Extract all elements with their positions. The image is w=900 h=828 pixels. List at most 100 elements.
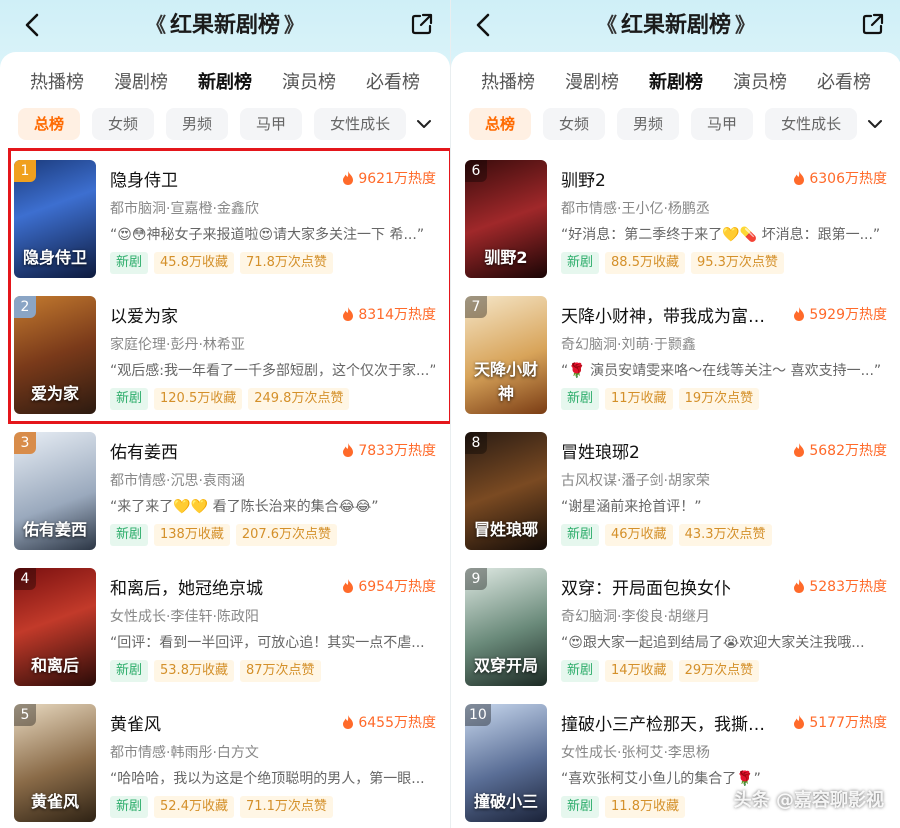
new-badge: 新剧 [561,252,600,274]
new-badge: 新剧 [110,660,149,682]
drama-meta: 奇幻脑洞·李俊良·胡继月 [561,609,710,625]
poster-image[interactable]: 7 天降小财神 [465,296,547,414]
tab-new[interactable]: 新剧榜 [619,66,703,100]
poster-title: 爱为家 [30,384,79,403]
chip-growth[interactable]: 女性成长 [765,108,858,140]
chip-vest[interactable]: 马甲 [691,108,754,140]
drama-title[interactable]: 以爱为家 [110,302,320,327]
list-item[interactable]: 6 驯野2 驯野2 6306万热度 都市情感·王小亿·杨鹏丞 “好消息：第二季终… [451,160,900,296]
tag-row: 新剧 45.8万收藏 71.8万次点赞 [110,252,333,274]
tab-hot[interactable]: 热播榜 [0,66,84,100]
poster-image[interactable]: 6 驯野2 [465,160,547,278]
rank-badge: 5 [14,704,36,726]
likes-count: 29万次点赞 [678,660,760,682]
poster-image[interactable]: 9 双穿开局 [465,568,547,686]
list-item[interactable]: 8 冒姓琅琊 冒姓琅琊2 5682万热度 古风权谋·潘子剑·胡家荣 “谢星涵前来… [451,432,900,568]
rank-badge: 1 [14,160,36,182]
top-bar: 《红果新剧榜》 [0,0,450,52]
page-title: 《红果新剧榜》 [0,8,450,43]
heat-text: 6954万热度 [358,579,436,595]
filter-chips: 总榜 女频 男频 马甲 女性成长 [18,108,407,140]
new-badge: 新剧 [110,252,149,274]
tag-row: 新剧 53.8万收藏 87万次点赞 [110,660,321,682]
new-badge: 新剧 [561,388,600,410]
poster-image[interactable]: 1 隐身侍卫 [14,160,96,278]
rank-badge: 4 [14,568,36,590]
page-title: 《红果新剧榜》 [451,8,900,43]
new-badge: 新剧 [561,524,600,546]
drama-title[interactable]: 冒姓琅琊2 [561,438,771,463]
share-icon[interactable] [859,10,887,38]
favorites-count: 11万收藏 [605,388,673,410]
category-tabs: 热播榜 漫剧榜 新剧榜 演员榜 必看榜 收 [0,66,450,100]
dual-screenshot: 《红果新剧榜》 热播榜 漫剧榜 新剧榜 演员榜 必看榜 收 总榜 女频 男频 马… [0,0,900,828]
drama-title[interactable]: 隐身侍卫 [110,166,320,191]
likes-count: 71.8万次点赞 [239,252,333,274]
drama-title[interactable]: 黄雀风 [110,710,320,735]
poster-title: 驯野2 [484,248,528,267]
heat-text: 5682万热度 [809,443,887,459]
poster-image[interactable]: 10 撞破小三 [465,704,547,822]
drama-quote: “😍跟大家一起追到结局了😭欢迎大家关注我哦... [561,635,865,651]
chip-all[interactable]: 总榜 [469,108,532,140]
heat-value: 5283万热度 [793,576,887,596]
drama-title[interactable]: 双穿：开局面包换女仆 [561,574,771,599]
flame-icon [794,443,805,457]
rank-badge: 9 [465,568,487,590]
poster-image[interactable]: 4 和离后 [14,568,96,686]
chip-female[interactable]: 女频 [543,108,606,140]
drama-quote: “好消息：第二季终于来了💛💊 坏消息：跟第一...” [561,227,881,243]
list-item[interactable]: 1 隐身侍卫 隐身侍卫 9621万热度 都市脑洞·宣嘉橙·金鑫欣 “😍😳神秘女子… [0,160,450,296]
poster-image[interactable]: 5 黄雀风 [14,704,96,822]
heat-value: 5682万热度 [793,440,887,460]
tab-actors[interactable]: 演员榜 [703,66,787,100]
chevron-down-icon[interactable] [865,114,885,134]
tab-new[interactable]: 新剧榜 [168,66,252,100]
share-icon[interactable] [408,10,436,38]
list-item[interactable]: 7 天降小财神 天降小财神，带我成为富贵花 5929万热度 奇幻脑洞·刘萌·于颢… [451,296,900,432]
chip-all[interactable]: 总榜 [18,108,81,140]
chip-male[interactable]: 男频 [166,108,229,140]
poster-image[interactable]: 3 佑有姜西 [14,432,96,550]
tab-comic[interactable]: 漫剧榜 [535,66,619,100]
drama-title[interactable]: 和离后，她冠绝京城 [110,574,320,599]
poster-image[interactable]: 2 爱为家 [14,296,96,414]
drama-quote: “来了来了💛💛 看了陈长治来的集合😂😂” [110,499,379,515]
drama-meta: 奇幻脑洞·刘萌·于颢鑫 [561,337,696,353]
tab-hot[interactable]: 热播榜 [451,66,535,100]
drama-title[interactable]: 驯野2 [561,166,771,191]
new-badge: 新剧 [561,660,600,682]
list-item[interactable]: 5 黄雀风 黄雀风 6455万热度 都市情感·韩雨彤·白方文 “哈哈哈，我以为这… [0,704,450,828]
title-ornament-left: 《 [596,13,617,37]
chip-growth[interactable]: 女性成长 [314,108,407,140]
poster-image[interactable]: 8 冒姓琅琊 [465,432,547,550]
tab-favorites[interactable]: 收 [871,66,900,100]
chip-vest[interactable]: 马甲 [240,108,303,140]
likes-count: 19万次点赞 [678,388,760,410]
tab-favorites[interactable]: 收 [420,66,450,100]
tab-must-watch[interactable]: 必看榜 [787,66,871,100]
rank-badge: 8 [465,432,487,454]
likes-count: 87万次点赞 [239,660,321,682]
chip-female[interactable]: 女频 [92,108,155,140]
drama-title[interactable]: 撞破小三产检那天，我撕了结... [561,710,771,735]
chevron-down-icon[interactable] [414,114,434,134]
list-item[interactable]: 9 双穿开局 双穿：开局面包换女仆 5283万热度 奇幻脑洞·李俊良·胡继月 “… [451,568,900,704]
drama-title[interactable]: 佑有姜西 [110,438,320,463]
tab-must-watch[interactable]: 必看榜 [336,66,420,100]
list-item[interactable]: 2 爱为家 以爱为家 8314万热度 家庭伦理·彭丹·林希亚 “观后感:我一年看… [0,296,450,432]
list-item[interactable]: 3 佑有姜西 佑有姜西 7833万热度 都市情感·沉思·袁雨涵 “来了来了💛💛 … [0,432,450,568]
drama-title[interactable]: 天降小财神，带我成为富贵花 [561,302,771,327]
poster-title: 隐身侍卫 [22,248,87,267]
chip-male[interactable]: 男频 [617,108,680,140]
tab-actors[interactable]: 演员榜 [252,66,336,100]
list-item[interactable]: 4 和离后 和离后，她冠绝京城 6954万热度 女性成长·李佳轩·陈政阳 “回评… [0,568,450,704]
flame-icon [343,443,354,457]
top-bar: 《红果新剧榜》 [451,0,900,52]
tab-comic[interactable]: 漫剧榜 [84,66,168,100]
new-badge: 新剧 [110,388,149,410]
likes-count: 43.3万次点赞 [678,524,772,546]
title-text: 红果新剧榜 [169,13,280,38]
drama-list-right: 6 驯野2 驯野2 6306万热度 都市情感·王小亿·杨鹏丞 “好消息：第二季终… [451,160,900,828]
new-badge: 新剧 [110,524,149,546]
